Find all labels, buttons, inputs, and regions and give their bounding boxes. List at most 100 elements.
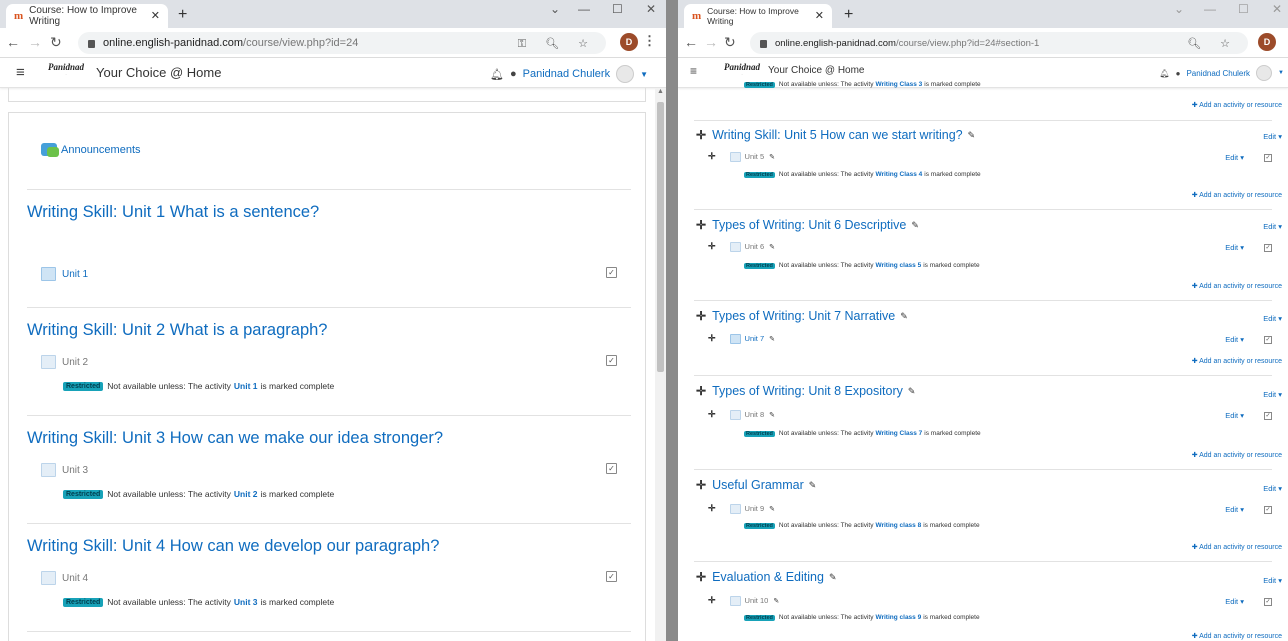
completion-checkbox[interactable]: ✓ <box>1264 506 1272 514</box>
section-edit-menu[interactable]: Edit ▾ <box>1263 314 1282 323</box>
minimize-icon[interactable]: — <box>578 2 590 16</box>
section-title[interactable]: Writing Skill: Unit 4 How can we develop… <box>27 537 439 556</box>
pencil-icon[interactable]: ✎ <box>769 153 775 161</box>
browser-tab[interactable]: m Course: How to Improve Writing ✕ <box>6 4 168 28</box>
user-avatar[interactable] <box>1256 65 1273 81</box>
activity-edit-menu[interactable]: Edit ▾ <box>1225 153 1244 162</box>
close-tab-icon[interactable]: ✕ <box>815 9 824 22</box>
pencil-icon[interactable]: ✎ <box>769 243 775 251</box>
section-title[interactable]: ✛ Types of Writing: Unit 7 Narrative ✎ <box>696 309 908 323</box>
pencil-icon[interactable]: ✎ <box>773 597 779 605</box>
move-icon[interactable]: ✛ <box>708 241 716 252</box>
required-activity-link[interactable]: Writing class 8 <box>875 522 921 529</box>
section-title[interactable]: ✛ Writing Skill: Unit 5 How can we start… <box>696 128 975 142</box>
caret-down-icon[interactable]: ▼ <box>640 70 648 79</box>
completion-checkbox[interactable]: ✓ <box>1264 336 1272 344</box>
reload-icon[interactable]: ↻ <box>724 34 736 51</box>
scroll-thumb[interactable] <box>657 102 664 372</box>
move-icon[interactable]: ✛ <box>708 409 716 420</box>
user-avatar[interactable] <box>616 65 635 83</box>
user-name[interactable]: Panidnad Chulerk <box>523 68 610 80</box>
section-title[interactable]: ✛ Evaluation & Editing ✎ <box>696 570 837 584</box>
back-icon[interactable]: ← <box>6 34 20 50</box>
section-edit-menu[interactable]: Edit ▾ <box>1263 390 1282 399</box>
move-icon[interactable]: ✛ <box>696 128 706 142</box>
chevron-down-icon[interactable]: ⌄ <box>550 2 560 16</box>
url-input[interactable]: online.english-panidnad.com/course/view.… <box>78 32 606 54</box>
pencil-icon[interactable]: ✎ <box>900 311 908 322</box>
site-logo[interactable]: Panidnad · <box>722 63 762 83</box>
required-activity-link[interactable]: Writing Class 7 <box>875 430 922 437</box>
minimize-icon[interactable]: — <box>1204 2 1216 16</box>
forward-icon[interactable]: → <box>28 34 42 50</box>
user-menu[interactable]: 🔔︎ ● Panidnad Chulerk ▼ <box>490 65 648 83</box>
required-activity-link[interactable]: Writing Class 3 <box>875 81 922 88</box>
announcements-link[interactable]: Announcements <box>41 143 141 157</box>
section-title[interactable]: Writing Skill: Unit 1 What is a sentence… <box>27 203 319 222</box>
omnibox-icons[interactable]: 🔍︎ ☆ <box>1187 37 1238 50</box>
pencil-icon[interactable]: ✎ <box>809 480 817 491</box>
user-name[interactable]: Panidnad Chulerk <box>1186 69 1250 78</box>
back-icon[interactable]: ← <box>684 34 698 50</box>
pencil-icon[interactable]: ✎ <box>911 220 919 231</box>
url-input[interactable]: online.english-panidnad.com/course/view.… <box>750 32 1248 54</box>
activity-edit-menu[interactable]: Edit ▾ <box>1225 335 1244 344</box>
pencil-icon[interactable]: ✎ <box>829 572 837 583</box>
section-title[interactable]: Writing Skill: Unit 2 What is a paragrap… <box>27 321 328 340</box>
completion-checkbox[interactable]: ✓ <box>606 355 617 366</box>
site-name[interactable]: Your Choice @ Home <box>96 65 221 80</box>
forward-icon[interactable]: → <box>704 34 718 50</box>
reload-icon[interactable]: ↻ <box>50 34 62 51</box>
required-activity-link[interactable]: Writing class 5 <box>875 262 921 269</box>
required-activity-link[interactable]: Writing Class 4 <box>875 171 922 178</box>
pencil-icon[interactable]: ✎ <box>769 411 775 419</box>
chat-icon[interactable]: ● <box>1176 69 1181 78</box>
section-edit-menu[interactable]: Edit ▾ <box>1263 484 1282 493</box>
completion-checkbox[interactable]: ✓ <box>606 463 617 474</box>
menu-dots-icon[interactable]: ⋮ <box>643 33 656 49</box>
section-edit-menu[interactable]: Edit ▾ <box>1263 222 1282 231</box>
site-logo[interactable]: Panidnad · <box>46 63 86 83</box>
required-activity-link[interactable]: Writing class 9 <box>875 614 921 621</box>
maximize-icon[interactable]: ☐ <box>612 2 623 16</box>
required-activity-link[interactable]: Unit 2 <box>234 489 258 499</box>
caret-down-icon[interactable]: ▼ <box>1278 70 1284 76</box>
add-activity-link[interactable]: ✚ Add an activity or resource <box>1192 101 1282 109</box>
section-edit-menu[interactable]: Edit ▾ <box>1263 132 1282 141</box>
maximize-icon[interactable]: ☐ <box>1238 2 1249 16</box>
scrollbar[interactable]: ▲ <box>655 88 666 641</box>
add-activity-link[interactable]: ✚ Add an activity or resource <box>1192 282 1282 290</box>
section-title[interactable]: ✛ Types of Writing: Unit 6 Descriptive ✎ <box>696 218 919 232</box>
close-window-icon[interactable]: ✕ <box>646 2 656 16</box>
move-icon[interactable]: ✛ <box>696 218 706 232</box>
activity-link[interactable]: Unit 1 <box>41 267 88 281</box>
move-icon[interactable]: ✛ <box>696 478 706 492</box>
activity-edit-menu[interactable]: Edit ▾ <box>1225 597 1244 606</box>
completion-checkbox[interactable]: ✓ <box>606 267 617 278</box>
new-tab-icon[interactable]: + <box>178 6 187 24</box>
section-title[interactable]: ✛ Types of Writing: Unit 8 Expository ✎ <box>696 384 915 398</box>
activity-link[interactable]: ✛ Unit 7 ✎ <box>708 333 775 344</box>
pencil-icon[interactable]: ✎ <box>968 130 976 141</box>
move-icon[interactable]: ✛ <box>708 503 716 514</box>
chat-icon[interactable]: ● <box>510 68 517 80</box>
section-title[interactable]: Writing Skill: Unit 3 How can we make ou… <box>27 429 443 448</box>
chevron-down-icon[interactable]: ⌄ <box>1174 2 1184 16</box>
completion-checkbox[interactable]: ✓ <box>606 571 617 582</box>
hamburger-icon[interactable]: ≡ <box>690 64 697 78</box>
section-edit-menu[interactable]: Edit ▾ <box>1263 576 1282 585</box>
pencil-icon[interactable]: ✎ <box>769 335 775 343</box>
completion-checkbox[interactable]: ✓ <box>1264 598 1272 606</box>
add-activity-link[interactable]: ✚ Add an activity or resource <box>1192 543 1282 551</box>
new-tab-icon[interactable]: + <box>844 6 853 24</box>
add-activity-link[interactable]: ✚ Add an activity or resource <box>1192 357 1282 365</box>
activity-edit-menu[interactable]: Edit ▾ <box>1225 243 1244 252</box>
required-activity-link[interactable]: Unit 3 <box>234 597 258 607</box>
add-activity-link[interactable]: ✚ Add an activity or resource <box>1192 451 1282 459</box>
add-activity-link[interactable]: ✚ Add an activity or resource <box>1192 632 1282 640</box>
site-name[interactable]: Your Choice @ Home <box>768 65 865 76</box>
move-icon[interactable]: ✛ <box>696 384 706 398</box>
omnibox-icons[interactable]: ⚿ 🔍︎ ☆ <box>518 37 596 51</box>
completion-checkbox[interactable]: ✓ <box>1264 244 1272 252</box>
pencil-icon[interactable]: ✎ <box>769 505 775 513</box>
